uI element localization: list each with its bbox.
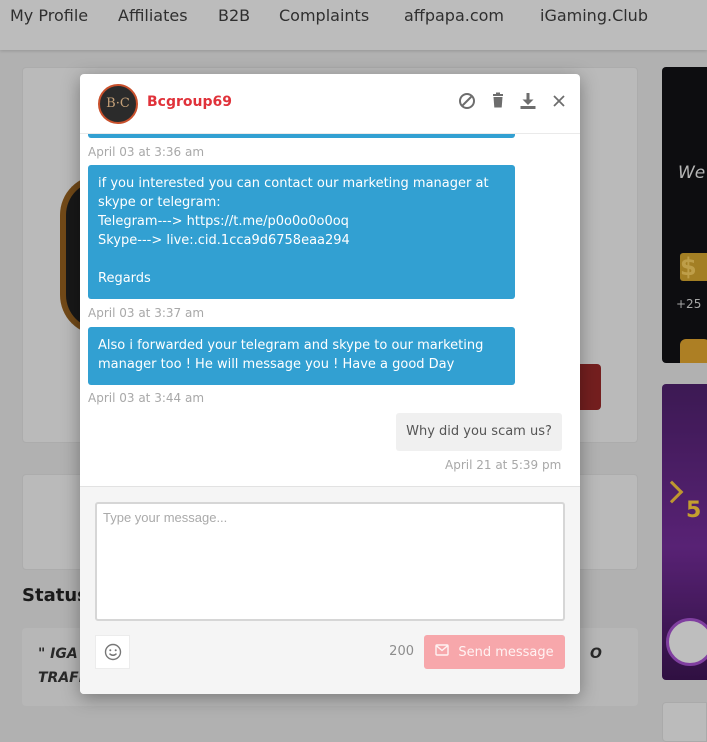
message-line xyxy=(98,250,505,269)
message-line: Telegram---> https://t.me/p0o0o0o0oq xyxy=(98,214,349,229)
message-line: manager too ! He will message you ! Have… xyxy=(98,357,455,372)
send-button-label: Send message xyxy=(458,644,554,660)
download-icon[interactable] xyxy=(518,91,538,111)
incoming-message: if you interested you can contact our ma… xyxy=(88,165,515,299)
avatar-initials: B·C xyxy=(106,96,130,111)
message-input[interactable] xyxy=(95,502,565,621)
message-composer: 200 Send message xyxy=(80,486,580,694)
message-timestamp: April 21 at 5:39 pm xyxy=(445,458,562,472)
envelope-icon xyxy=(435,644,450,660)
message-timestamp: April 03 at 3:37 am xyxy=(88,306,205,320)
trash-icon[interactable] xyxy=(488,91,508,111)
previous-message-bubble xyxy=(88,134,515,138)
message-timestamp: April 03 at 3:44 am xyxy=(88,391,205,405)
incoming-message: Also i forwarded your telegram and skype… xyxy=(88,327,515,385)
message-line: skype or telegram: xyxy=(98,195,221,210)
message-line: if you interested you can contact our ma… xyxy=(98,176,489,191)
user-avatar[interactable]: B·C xyxy=(98,84,138,124)
chat-username[interactable]: Bcgroup69 xyxy=(147,94,232,110)
character-counter: 200 xyxy=(389,644,414,659)
chat-header: B·C Bcgroup69 xyxy=(80,74,580,134)
chat-modal: B·C Bcgroup69 April 03 at 3:36 am if you… xyxy=(80,74,580,694)
send-message-button[interactable]: Send message xyxy=(424,635,565,669)
outgoing-message: Why did you scam us? xyxy=(396,413,562,451)
emoji-icon[interactable] xyxy=(95,635,130,669)
message-line: Also i forwarded your telegram and skype… xyxy=(98,338,484,353)
block-icon[interactable] xyxy=(457,91,477,111)
close-icon[interactable] xyxy=(549,91,569,111)
message-line: Skype---> live:.cid.1cca9d6758eaa294 xyxy=(98,233,350,248)
message-timestamp: April 03 at 3:36 am xyxy=(88,145,205,159)
message-thread[interactable]: April 03 at 3:36 am if you interested yo… xyxy=(80,134,580,486)
message-line: Regards xyxy=(98,271,151,286)
